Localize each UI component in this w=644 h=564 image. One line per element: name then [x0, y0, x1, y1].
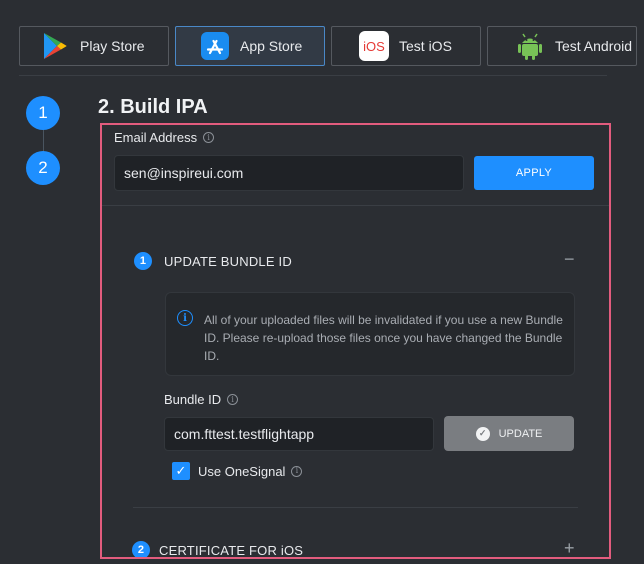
divider	[133, 507, 578, 508]
google-play-icon	[40, 31, 70, 61]
section-number-badge: 1	[134, 252, 152, 270]
collapse-icon[interactable]: −	[564, 249, 575, 270]
email-input[interactable]	[114, 155, 464, 191]
onesignal-row: ✓ Use OneSignal i	[172, 462, 303, 480]
section-number-badge: 2	[132, 541, 150, 557]
build-ipa-panel: Email Address i APPLY 1 UPDATE BUNDLE ID…	[100, 123, 611, 559]
update-button-label: UPDATE	[498, 427, 543, 440]
onesignal-label: Use OneSignal	[198, 463, 286, 479]
section-title: UPDATE BUNDLE ID	[164, 253, 292, 269]
section-update-bundle-id[interactable]: 1 UPDATE BUNDLE ID	[134, 252, 292, 270]
bundle-id-label: Bundle ID	[164, 392, 222, 407]
expand-icon[interactable]: +	[564, 538, 575, 557]
page-title: 2. Build IPA	[98, 96, 208, 118]
tab-test-android[interactable]: Test Android	[487, 26, 637, 66]
ios-icon-text: iOS	[363, 39, 385, 54]
section-certificate-ios[interactable]: 2 CERTIFICATE FOR iOS	[132, 541, 304, 558]
info-icon[interactable]: i	[227, 394, 239, 405]
email-label-row: Email Address i	[114, 130, 215, 145]
info-icon[interactable]: i	[291, 465, 303, 477]
onesignal-checkbox[interactable]: ✓	[172, 462, 190, 480]
tab-play-store[interactable]: Play Store	[19, 26, 169, 66]
update-button[interactable]: ✓ UPDATE	[444, 416, 574, 451]
tab-label: Test iOS	[399, 38, 452, 54]
tab-label: Test Android	[555, 38, 633, 54]
apply-button[interactable]: APPLY	[474, 156, 594, 190]
tab-label: App Store	[240, 38, 303, 54]
email-label: Email Address	[114, 130, 198, 145]
info-icon: i	[177, 310, 193, 326]
info-icon[interactable]: i	[203, 132, 215, 143]
ios-icon: iOS	[359, 31, 389, 61]
bundle-warning-notice: i All of your uploaded files will be inv…	[165, 292, 575, 376]
store-tabs: Play Store App Store iOS Test iOS Test A…	[19, 26, 637, 66]
tab-app-store[interactable]: App Store	[175, 26, 325, 66]
android-icon	[515, 31, 545, 61]
notice-text: All of your uploaded files will be inval…	[204, 313, 563, 363]
bundle-label-row: Bundle ID i	[164, 392, 239, 407]
divider	[102, 205, 609, 206]
section-title: CERTIFICATE FOR iOS	[159, 542, 304, 558]
app-store-icon	[200, 31, 230, 61]
tab-test-ios[interactable]: iOS Test iOS	[331, 26, 481, 66]
tabs-divider	[19, 75, 607, 76]
step-2-indicator[interactable]: 2	[26, 151, 60, 185]
tab-label: Play Store	[80, 38, 145, 54]
bundle-id-input[interactable]	[164, 417, 434, 451]
step-1-indicator[interactable]: 1	[26, 96, 60, 130]
check-circle-icon: ✓	[475, 426, 490, 441]
